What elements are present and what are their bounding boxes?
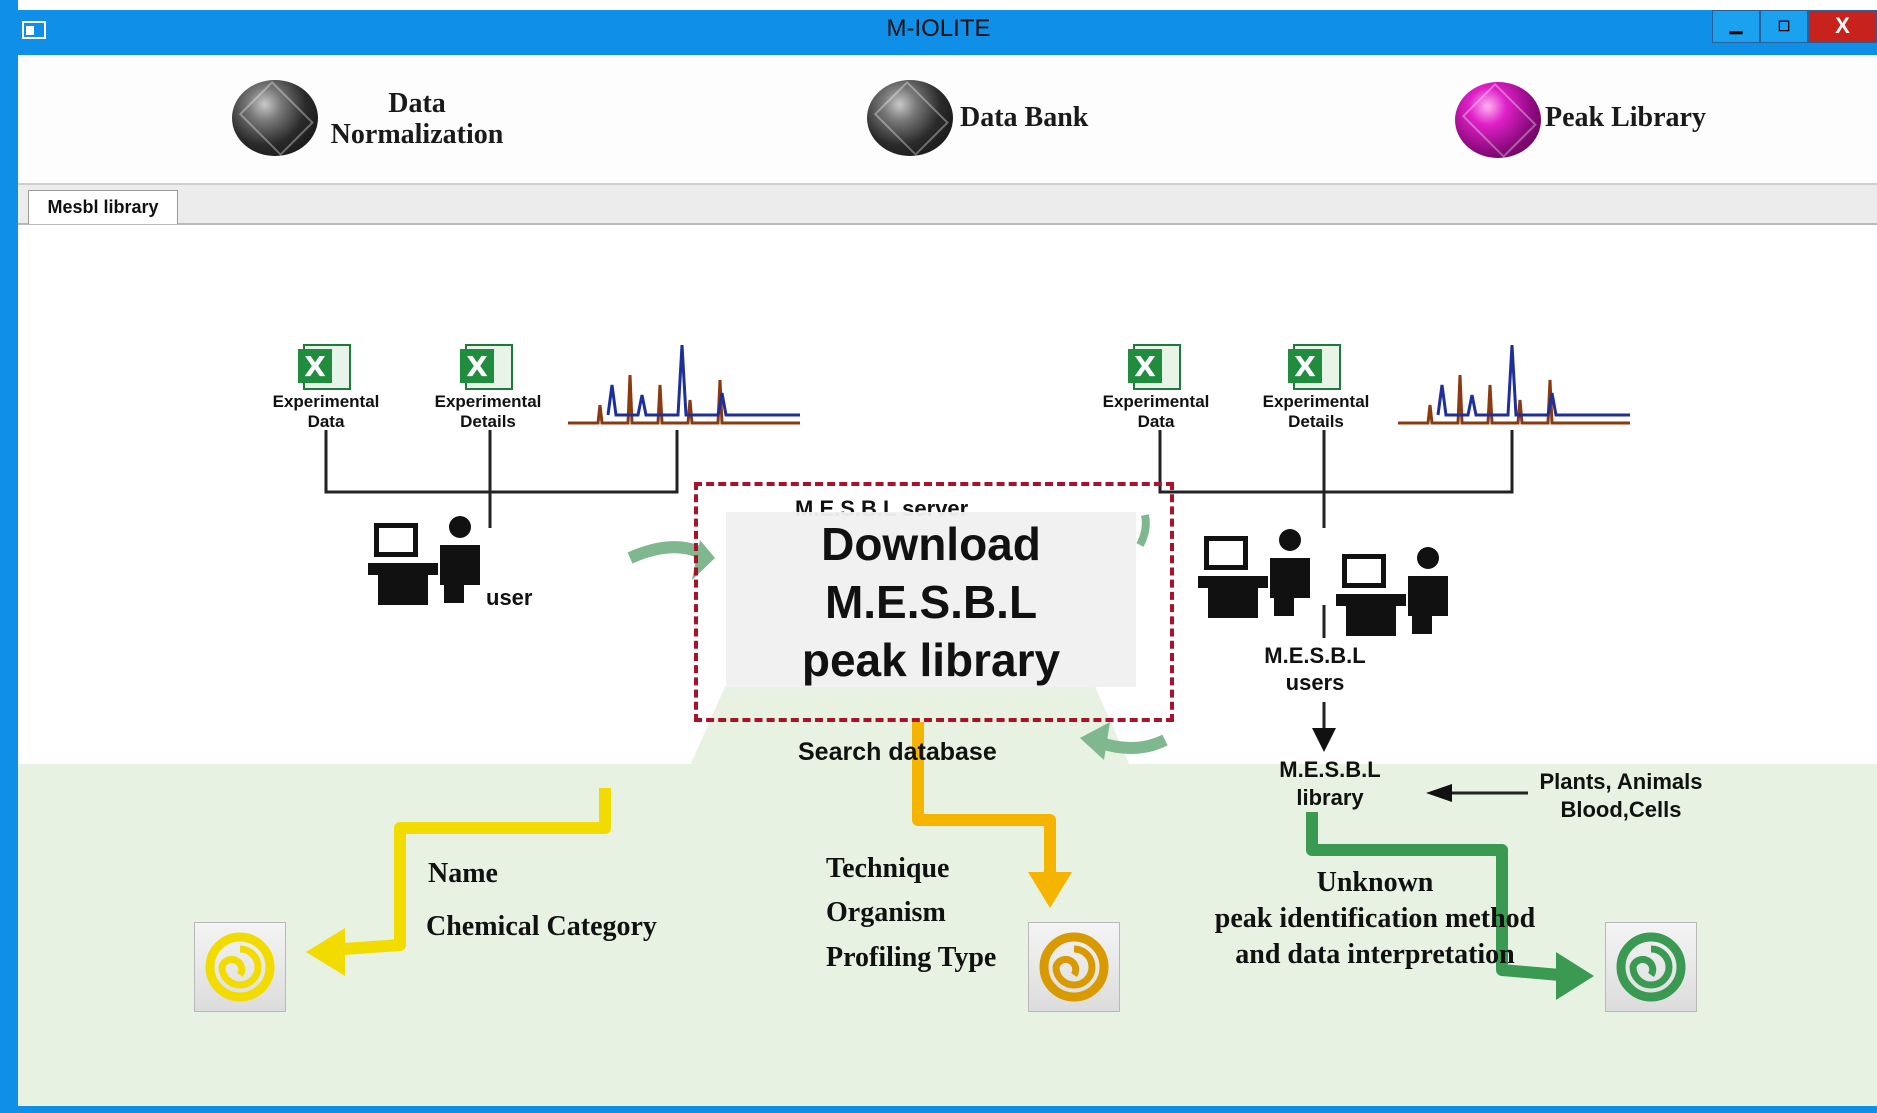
- experimental-details-label: Experimental Details: [1242, 392, 1390, 432]
- window-left-border: [0, 0, 18, 1113]
- excel-file-icon[interactable]: X: [1288, 343, 1344, 391]
- unknown-peak-button[interactable]: [1605, 922, 1697, 1012]
- mesbl-users-label: M.E.S.B.L users: [1225, 642, 1405, 696]
- label-line2: Blood,Cells: [1560, 797, 1682, 822]
- label-line2: peak identification method: [1214, 903, 1536, 934]
- user-workstation-icon: [368, 516, 480, 605]
- technique-label: Technique: [826, 853, 950, 884]
- name-label: Name: [428, 858, 498, 889]
- sources-label: Plants, Animals Blood,Cells: [1516, 768, 1726, 824]
- svg-text:X: X: [304, 350, 326, 383]
- excel-file-icon[interactable]: X: [1128, 343, 1184, 391]
- callout-line3: peak library: [801, 634, 1061, 686]
- profiling-type-label: Profiling Type: [826, 942, 997, 973]
- app-window: M-IOLITE ▁ ☐ X Data Normalization Data B…: [0, 0, 1877, 1113]
- experimental-data-label: Experimental Data: [252, 392, 400, 432]
- label-line1: Experimental: [1262, 392, 1370, 411]
- window-bottom-border: [0, 1106, 1877, 1113]
- label-line2: Data: [307, 412, 345, 431]
- label-line3: and data interpretation: [1235, 939, 1515, 970]
- label-line2: Details: [460, 412, 516, 431]
- user-workstation-icon: [1336, 547, 1448, 636]
- label-line1: Experimental: [272, 392, 380, 411]
- search-by-name-button[interactable]: [194, 922, 286, 1012]
- svg-text:X: X: [466, 350, 488, 383]
- experimental-details-label: Experimental Details: [414, 392, 562, 432]
- mesbl-library-label: M.E.S.B.L library: [1240, 756, 1420, 812]
- label-line1: M.E.S.B.L: [1264, 643, 1366, 668]
- label-line1: Experimental: [1102, 392, 1210, 411]
- unknown-peak-label: Unknown peak identification method and d…: [1195, 865, 1555, 973]
- search-database-label: Search database: [798, 738, 997, 766]
- callout-line2: M.E.S.B.L: [824, 576, 1038, 628]
- svg-text:X: X: [1294, 350, 1316, 383]
- organism-label: Organism: [826, 897, 946, 928]
- orange-spiral-icon: [1039, 932, 1109, 1002]
- label-line2: users: [1285, 670, 1345, 695]
- label-line1: M.E.S.B.L: [1279, 757, 1381, 782]
- excel-file-icon[interactable]: X: [460, 343, 516, 391]
- chemical-category-label: Chemical Category: [426, 911, 657, 942]
- green-spiral-icon: [1616, 932, 1686, 1002]
- excel-file-icon[interactable]: X: [298, 343, 354, 391]
- yellow-spiral-icon: [205, 932, 275, 1002]
- label-line1: Plants, Animals: [1539, 769, 1703, 794]
- label-line2: library: [1296, 785, 1364, 810]
- label-line1: Experimental: [434, 392, 542, 411]
- spectrum-chart-icon: [568, 345, 800, 425]
- spectrum-chart-icon: [1398, 345, 1630, 425]
- experimental-data-label: Experimental Data: [1082, 392, 1230, 432]
- user-workstation-icon: [1198, 529, 1310, 618]
- label-line1: Unknown: [1316, 867, 1434, 898]
- label-line2: Details: [1288, 412, 1344, 431]
- search-by-technique-button[interactable]: [1028, 922, 1120, 1012]
- user-label: user: [486, 585, 533, 610]
- svg-text:X: X: [1134, 350, 1156, 383]
- download-library-label: Download M.E.S.B.L peak library: [726, 515, 1136, 689]
- callout-line1: Download: [821, 518, 1041, 570]
- label-line2: Data: [1137, 412, 1175, 431]
